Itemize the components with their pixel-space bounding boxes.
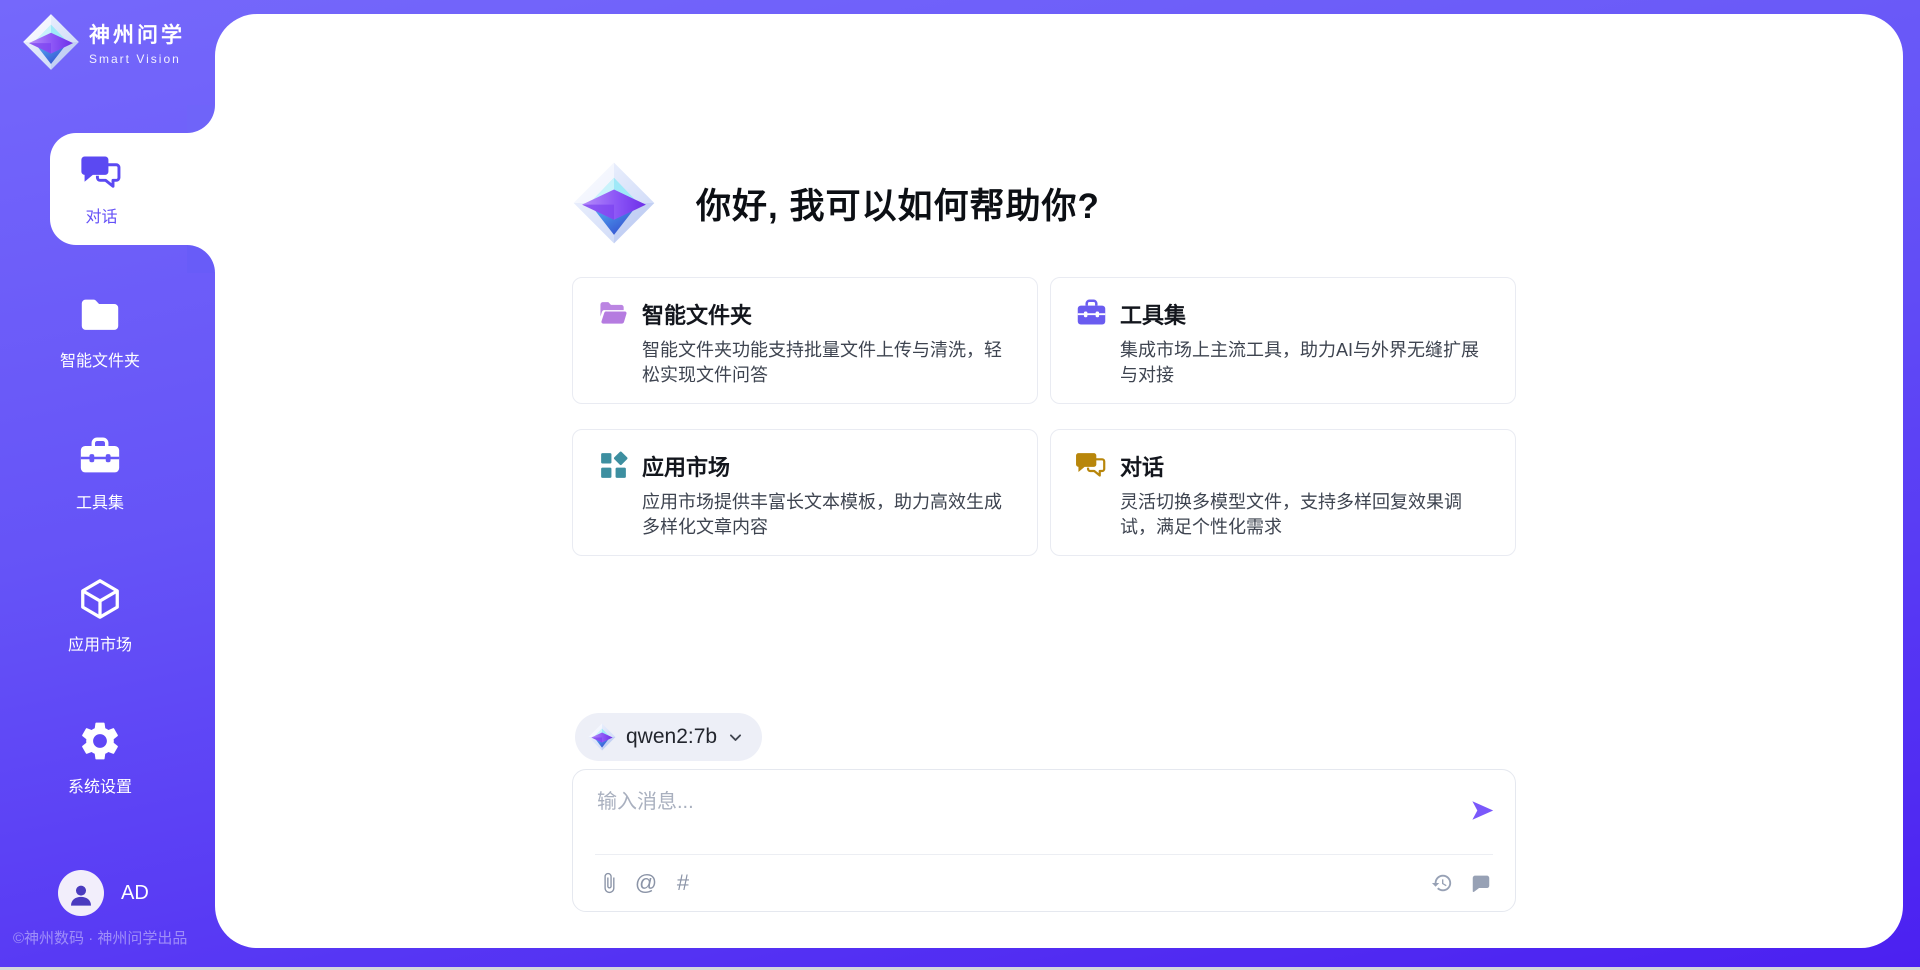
chat-bubbles-icon	[80, 151, 124, 195]
card-title: 对话	[1120, 450, 1164, 482]
composer-divider	[595, 854, 1493, 855]
sidebar: 神州问学 Smart Vision 对话 智能文件夹 工具集 应用市场 系统设置…	[0, 0, 215, 970]
hash-button[interactable]: #	[671, 871, 695, 895]
message-input[interactable]	[597, 785, 1447, 845]
sidebar-item-toolset[interactable]: 工具集	[0, 417, 200, 529]
attach-icon	[598, 872, 620, 894]
chat-bubbles-icon	[1075, 449, 1108, 482]
greeting-title: 你好, 我可以如何帮助你?	[696, 178, 1100, 229]
sidebar-item-label: 工具集	[76, 489, 124, 513]
user-name: AD	[121, 882, 149, 905]
card-description: 应用市场提供丰富长文本模板，助力高效生成多样化文章内容	[642, 490, 1017, 540]
brand-name: 神州问学	[89, 19, 185, 49]
person-icon	[66, 880, 96, 910]
chevron-down-icon	[727, 729, 744, 746]
attach-button[interactable]	[597, 871, 621, 895]
briefcase-icon	[1075, 297, 1108, 330]
model-selector[interactable]: qwen2:7b	[575, 713, 762, 761]
history-button[interactable]	[1430, 871, 1454, 895]
card-app-market[interactable]: 应用市场 应用市场提供丰富长文本模板，助力高效生成多样化文章内容	[572, 429, 1038, 556]
card-description: 灵活切换多模型文件，支持多样回复效果调试，满足个性化需求	[1120, 490, 1495, 540]
composer-toolbar: @ #	[597, 867, 1493, 899]
feature-cards-grid: 智能文件夹 智能文件夹功能支持批量文件上传与清洗，轻松实现文件问答 工具集 集成…	[572, 277, 1516, 556]
card-description: 智能文件夹功能支持批量文件上传与清洗，轻松实现文件问答	[642, 338, 1017, 388]
active-tab-fillet-top	[187, 105, 215, 133]
briefcase-icon	[77, 434, 123, 480]
card-smart-folder[interactable]: 智能文件夹 智能文件夹功能支持批量文件上传与清洗，轻松实现文件问答	[572, 277, 1038, 404]
brand-logo: 神州问学 Smart Vision	[22, 13, 185, 71]
user-account[interactable]: AD	[58, 870, 149, 916]
card-chat[interactable]: 对话 灵活切换多模型文件，支持多样回复效果调试，满足个性化需求	[1050, 429, 1516, 556]
apps-grid-icon	[597, 449, 630, 482]
card-title: 应用市场	[642, 450, 730, 482]
diamond-logo-icon	[572, 161, 656, 245]
folder-icon	[77, 292, 123, 338]
active-tab-fillet-bottom	[187, 245, 215, 273]
brand-subtitle: Smart Vision	[89, 52, 185, 66]
cube-icon	[77, 576, 123, 622]
mention-button[interactable]: @	[634, 871, 658, 895]
greeting-row: 你好, 我可以如何帮助你?	[572, 161, 1100, 245]
sidebar-item-settings[interactable]: 系统设置	[0, 701, 200, 813]
send-icon	[1469, 797, 1496, 824]
send-button[interactable]	[1469, 797, 1496, 824]
sidebar-item-smart-folder[interactable]: 智能文件夹	[0, 275, 200, 387]
sidebar-item-label: 智能文件夹	[60, 347, 140, 371]
card-toolset[interactable]: 工具集 集成市场上主流工具，助力AI与外界无缝扩展与对接	[1050, 277, 1516, 404]
history-icon	[1431, 872, 1453, 894]
card-title: 智能文件夹	[642, 298, 752, 330]
sidebar-item-app-market[interactable]: 应用市场	[0, 559, 200, 671]
copyright-text: ©神州数码 · 神州问学出品	[13, 927, 187, 948]
sidebar-item-label: 系统设置	[68, 773, 132, 797]
main-content-panel: 你好, 我可以如何帮助你? 智能文件夹 智能文件夹功能支持批量文件上传与清洗，轻…	[215, 14, 1903, 948]
card-title: 工具集	[1120, 298, 1186, 330]
card-description: 集成市场上主流工具，助力AI与外界无缝扩展与对接	[1120, 338, 1495, 388]
comment-button[interactable]	[1469, 871, 1493, 895]
comment-icon	[1470, 872, 1492, 894]
sidebar-item-chat[interactable]: 对话	[50, 133, 215, 245]
folder-open-icon	[597, 297, 630, 330]
diamond-logo-icon	[588, 723, 616, 751]
diamond-logo-icon	[22, 13, 80, 71]
avatar	[58, 870, 104, 916]
message-composer: @ #	[572, 769, 1516, 912]
sidebar-item-label: 应用市场	[68, 631, 132, 655]
gear-icon	[77, 718, 123, 764]
model-name: qwen2:7b	[626, 725, 717, 749]
chat-home-content: 你好, 我可以如何帮助你? 智能文件夹 智能文件夹功能支持批量文件上传与清洗，轻…	[572, 14, 1516, 948]
sidebar-item-label: 对话	[85, 203, 117, 227]
